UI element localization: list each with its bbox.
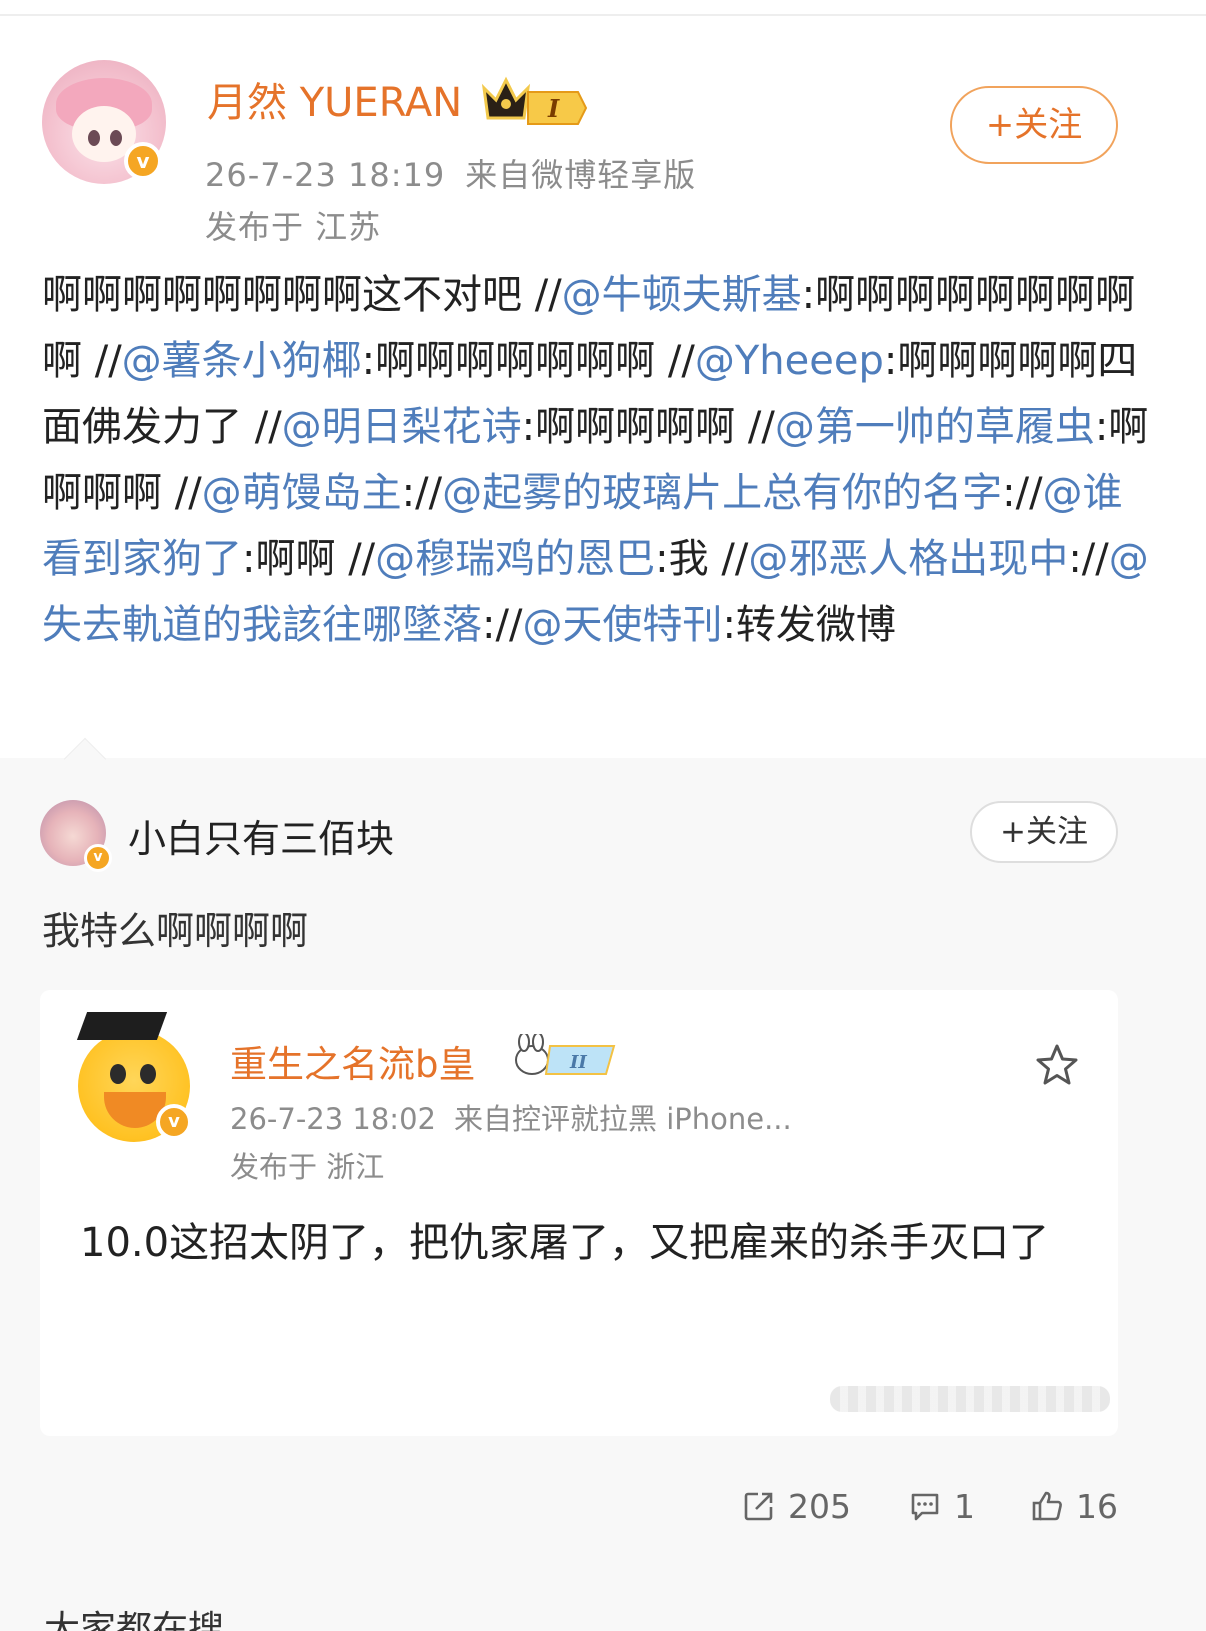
comment-icon [911, 1493, 939, 1521]
original-timestamp: 26-7-23 18:02 [230, 1102, 436, 1136]
mention-link[interactable]: @邪恶人格出现中 [748, 536, 1068, 582]
avatar-eye [88, 130, 100, 146]
action-bar: 205 1 16 [0, 1478, 1206, 1538]
repost-button[interactable]: 205 [742, 1478, 851, 1534]
original-source: 来自控评就拉黑 iPhone... [453, 1102, 792, 1136]
post-text-segment: :我 // [655, 536, 749, 582]
post-text-segment: :// [401, 470, 443, 516]
reposter-username[interactable]: 小白只有三佰块 [128, 808, 394, 863]
blurred-watermark [830, 1386, 1110, 1412]
like-button[interactable]: 16 [1030, 1478, 1118, 1534]
post-text-segment: :// [1068, 536, 1109, 582]
reposter-follow-button[interactable]: +关注 [970, 801, 1118, 863]
mention-link[interactable]: @穆瑞鸡的恩巴 [375, 536, 655, 582]
original-username[interactable]: 重生之名流b皇 [230, 1034, 476, 1088]
original-meta: 26-7-23 18:02 来自控评就拉黑 iPhone... [230, 1096, 792, 1138]
repost-count: 205 [788, 1486, 851, 1526]
follow-button[interactable]: +关注 [950, 86, 1118, 164]
avatar-eye [140, 1064, 156, 1084]
post-text-segment: :啊啊 // [242, 536, 376, 582]
post-text-segment: :啊啊啊啊啊 // [521, 404, 775, 450]
comment-button[interactable]: 1 [908, 1478, 975, 1534]
post-text-segment: :// [1002, 470, 1043, 516]
avatar-eye [110, 130, 122, 146]
mention-link[interactable]: @Yheeep [695, 338, 884, 384]
post-timestamp: 26-7-23 18:19 [205, 156, 446, 194]
reposter-comment: 我特么啊啊啊啊 [42, 909, 309, 953]
mention-link[interactable]: @明日梨花诗 [282, 404, 522, 450]
post-text-segment: :// [482, 602, 523, 648]
mention-link[interactable]: @牛顿夫斯基 [562, 272, 802, 318]
verified-v-icon: v [156, 1104, 192, 1140]
original-post-card[interactable]: v 重生之名流b皇 II 26-7-23 18:02 来自控评就拉黑 iPhone… [40, 990, 1118, 1436]
post-source: 来自微博轻享版 [465, 156, 697, 194]
repost-icon [744, 1492, 773, 1521]
level-badge-text: II [569, 1052, 587, 1073]
mention-link[interactable]: @天使特刊 [522, 602, 722, 648]
post-content: 啊啊啊啊啊啊啊啊这不对吧 //@牛顿夫斯基:啊啊啊啊啊啊啊啊啊 //@薯条小狗椰… [42, 262, 1162, 658]
like-count: 16 [1076, 1486, 1118, 1526]
avatar-eye [110, 1064, 126, 1084]
post-username[interactable]: 月然 YUERAN [207, 70, 462, 128]
mention-link[interactable]: @萌馒岛主 [202, 470, 402, 516]
level-badge-text: I [547, 94, 560, 123]
main-post: v 月然 YUERAN I 26-7-23 18:19 来自微博轻享版 发布于 江… [0, 16, 1206, 786]
crown-badge-icon: I [481, 76, 588, 125]
post-location: 发布于 江苏 [205, 208, 382, 246]
trending-search-header[interactable]: 大家都在搜 [44, 1600, 224, 1631]
mention-link[interactable]: @起雾的玻璃片上总有你的名字 [442, 470, 1002, 516]
comment-count: 1 [954, 1486, 975, 1526]
original-location: 发布于 浙江 [230, 1150, 385, 1184]
post-meta: 26-7-23 18:19 来自微博轻享版 [205, 150, 696, 196]
like-icon [1032, 1491, 1062, 1521]
post-text-segment: :转发微博 [722, 602, 896, 648]
mention-link[interactable]: @第一帅的草履虫 [775, 404, 1095, 450]
star-icon[interactable] [1034, 1042, 1080, 1088]
grad-cap [76, 1012, 168, 1040]
mention-link[interactable]: @薯条小狗椰 [122, 338, 362, 384]
verified-v-icon: v [84, 844, 112, 872]
original-content: 10.0这招太阴了，把仇家屠了，又把雇来的杀手灭口了 [80, 1220, 1050, 1266]
post-text-segment: 啊啊啊啊啊啊啊啊这不对吧 // [42, 272, 562, 318]
post-text-segment: :啊啊啊啊啊啊啊 // [361, 338, 695, 384]
rabbit-badge-icon: II [515, 1034, 616, 1075]
verified-v-icon: v [124, 142, 162, 180]
